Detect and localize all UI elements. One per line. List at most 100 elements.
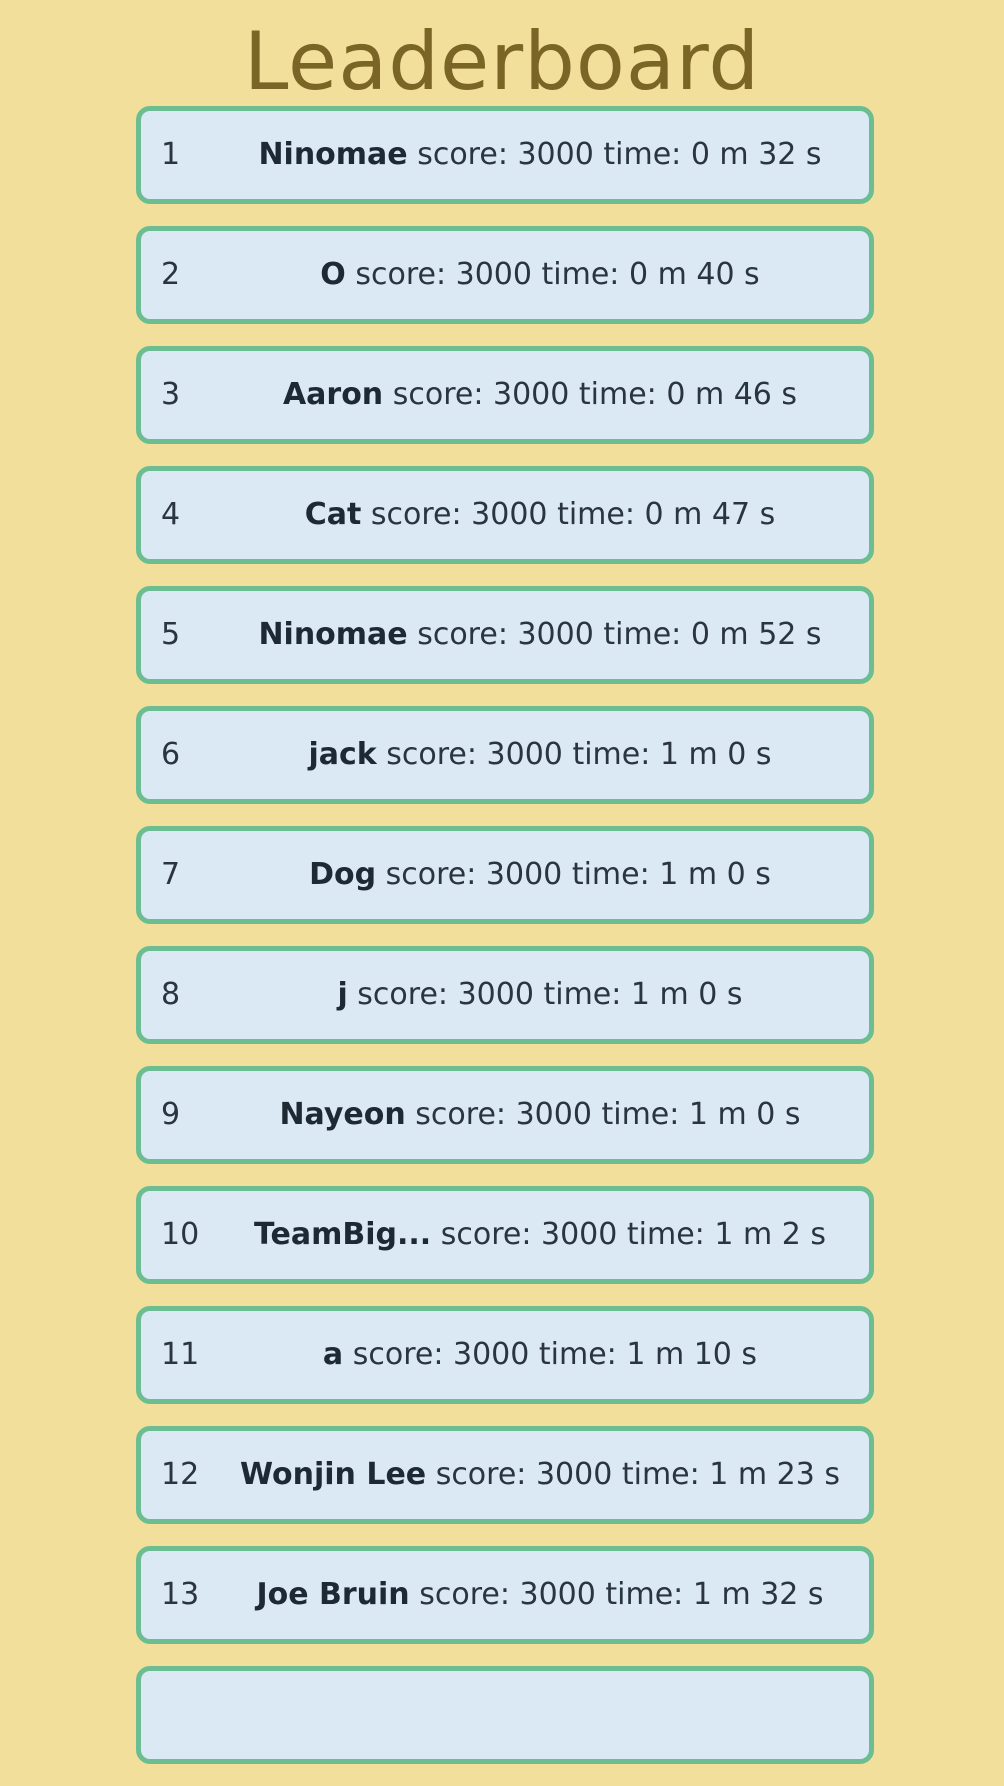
- score-value: 3000: [517, 617, 594, 652]
- player-name: jack: [308, 737, 377, 772]
- entry-text: TeamBig... score: 3000 time: 1 m 2 s: [231, 1191, 849, 1279]
- player-name: a: [322, 1337, 344, 1372]
- time-value: 1 m 0 s: [659, 857, 771, 892]
- score-value: 3000: [535, 1457, 613, 1492]
- time-value: 1 m 32 s: [692, 1577, 824, 1612]
- leaderboard-row[interactable]: 3 Aaron score: 3000 time: 0 m 46 s: [136, 346, 874, 444]
- score-label: score:: [417, 137, 508, 172]
- time-value: 1 m 10 s: [626, 1337, 758, 1372]
- leaderboard-row[interactable]: 12 Wonjin Lee score: 3000 time: 1 m 23 s: [136, 1426, 874, 1524]
- score-value: 3000: [486, 737, 563, 772]
- time-label: time:: [603, 137, 682, 172]
- score-label: score:: [357, 977, 449, 1012]
- time-label: time:: [621, 1457, 700, 1492]
- score-value: 3000: [519, 1577, 596, 1612]
- score-value: 3000: [457, 977, 534, 1012]
- entry-text: Joe Bruin score: 3000 time: 1 m 32 s: [231, 1551, 849, 1639]
- leaderboard-row[interactable]: 13 Joe Bruin score: 3000 time: 1 m 32 s: [136, 1546, 874, 1644]
- time-label: time:: [571, 857, 650, 892]
- player-name: Aaron: [282, 377, 384, 412]
- time-label: time:: [557, 497, 635, 532]
- rank-number: 1: [161, 137, 181, 172]
- score-label: score:: [419, 1577, 510, 1612]
- score-label: score:: [392, 377, 484, 412]
- rank-number: 12: [161, 1457, 200, 1492]
- score-label: score:: [417, 617, 508, 652]
- time-value: 0 m 32 s: [690, 137, 822, 172]
- score-value: 3000: [452, 1337, 530, 1372]
- player-name: Wonjin Lee: [239, 1457, 427, 1492]
- entry-text: Aaron score: 3000 time: 0 m 46 s: [231, 351, 849, 439]
- score-value: 3000: [517, 137, 594, 172]
- rank-number: 8: [161, 977, 181, 1012]
- score-value: 3000: [492, 377, 570, 412]
- player-name: TeamBig...: [254, 1217, 432, 1252]
- score-value: 3000: [455, 257, 532, 292]
- rank-number: 3: [161, 377, 181, 412]
- player-name: j: [337, 977, 348, 1012]
- score-label: score:: [370, 497, 462, 532]
- time-label: time:: [578, 377, 657, 412]
- score-label: score:: [355, 257, 447, 292]
- leaderboard-row[interactable]: 7 Dog score: 3000 time: 1 m 0 s: [136, 826, 874, 924]
- score-label: score:: [435, 1457, 527, 1492]
- score-label: score:: [385, 857, 477, 892]
- rank-number: 2: [161, 257, 181, 292]
- time-label: time:: [538, 1337, 617, 1372]
- leaderboard-row[interactable]: 2 O score: 3000 time: 0 m 40 s: [136, 226, 874, 324]
- time-value: 1 m 0 s: [688, 1097, 801, 1132]
- player-name: Cat: [304, 497, 362, 532]
- player-name: O: [320, 257, 346, 292]
- score-label: score:: [440, 1217, 532, 1252]
- leaderboard-row[interactable]: 10 TeamBig... score: 3000 time: 1 m 2 s: [136, 1186, 874, 1284]
- score-label: score:: [352, 1337, 444, 1372]
- page-title: Leaderboard: [243, 15, 761, 108]
- time-value: 1 m 23 s: [709, 1457, 841, 1492]
- leaderboard-row[interactable]: 5 Ninomae score: 3000 time: 0 m 52 s: [136, 586, 874, 684]
- rank-number: 10: [161, 1217, 200, 1252]
- entry-text: j score: 3000 time: 1 m 0 s: [231, 951, 849, 1039]
- leaderboard-row[interactable]: 8 j score: 3000 time: 1 m 0 s: [136, 946, 874, 1044]
- rank-number: 4: [161, 497, 181, 532]
- player-name: Ninomae: [258, 617, 408, 652]
- score-value: 3000: [471, 497, 548, 532]
- time-label: time:: [543, 977, 622, 1012]
- entry-text: Nayeon score: 3000 time: 1 m 0 s: [231, 1071, 849, 1159]
- time-label: time:: [603, 617, 682, 652]
- time-label: time:: [601, 1097, 680, 1132]
- time-value: 1 m 0 s: [630, 977, 743, 1012]
- leaderboard-row[interactable]: 1 Ninomae score: 3000 time: 0 m 32 s: [136, 106, 874, 204]
- entry-text: O score: 3000 time: 0 m 40 s: [231, 231, 849, 319]
- time-value: 0 m 47 s: [644, 497, 776, 532]
- time-value: 0 m 46 s: [666, 377, 798, 412]
- time-label: time:: [605, 1577, 684, 1612]
- player-name: Dog: [309, 857, 377, 892]
- score-value: 3000: [540, 1217, 618, 1252]
- leaderboard-row[interactable]: 9 Nayeon score: 3000 time: 1 m 0 s: [136, 1066, 874, 1164]
- rank-number: 5: [161, 617, 181, 652]
- leaderboard-row[interactable]: 4 Cat score: 3000 time: 0 m 47 s: [136, 466, 874, 564]
- leaderboard-row[interactable]: 6 jack score: 3000 time: 1 m 0 s: [136, 706, 874, 804]
- entry-text: Wonjin Lee score: 3000 time: 1 m 23 s: [231, 1431, 849, 1519]
- time-label: time:: [541, 257, 620, 292]
- leaderboard-row[interactable]: 11 a score: 3000 time: 1 m 10 s: [136, 1306, 874, 1404]
- score-label: score:: [386, 737, 477, 772]
- rank-number: 7: [161, 857, 181, 892]
- score-value: 3000: [485, 857, 563, 892]
- player-name: Nayeon: [279, 1097, 406, 1132]
- time-value: 1 m 2 s: [714, 1217, 826, 1252]
- rank-number: 13: [161, 1577, 200, 1612]
- player-name: Joe Bruin: [256, 1577, 410, 1612]
- entry-text: Dog score: 3000 time: 1 m 0 s: [231, 831, 849, 919]
- rank-number: 9: [161, 1097, 181, 1132]
- score-label: score:: [415, 1097, 507, 1132]
- score-value: 3000: [515, 1097, 592, 1132]
- leaderboard-list: 1 Ninomae score: 3000 time: 0 m 32 s 2 O…: [136, 106, 874, 1786]
- entry-text: a score: 3000 time: 1 m 10 s: [231, 1311, 849, 1399]
- entry-text: Cat score: 3000 time: 0 m 47 s: [231, 471, 849, 559]
- time-label: time:: [626, 1217, 705, 1252]
- rank-number: 11: [161, 1337, 200, 1372]
- leaderboard-row-partial[interactable]: [136, 1666, 874, 1764]
- player-name: Ninomae: [258, 137, 408, 172]
- entry-text: [231, 1671, 849, 1759]
